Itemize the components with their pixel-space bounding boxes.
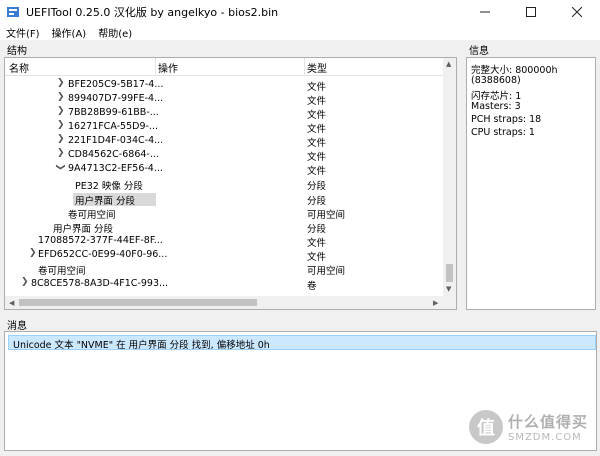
info-panel: 完整大小: 800000h (8388608) 闪存芯片: 1 Masters:… bbox=[466, 57, 596, 310]
watermark: 值 什么值得买 SMZDM.COM bbox=[468, 410, 588, 444]
window-title: UEFITool 0.25.0 汉化版 by angelkyo - bios2.… bbox=[26, 6, 279, 19]
minimize-icon bbox=[480, 11, 490, 13]
structure-label: 结构 bbox=[7, 46, 27, 57]
title-bar: UEFITool 0.25.0 汉化版 by angelkyo - bios2.… bbox=[0, 0, 600, 24]
close-icon bbox=[572, 7, 582, 17]
tree-row[interactable]: 17088572-377F-44EF-8F... 文件 bbox=[5, 234, 443, 249]
menu-help[interactable]: 帮助(e) bbox=[92, 25, 138, 40]
column-header-type[interactable]: 类型 bbox=[307, 60, 327, 75]
watermark-sub-text: SMZDM.COM bbox=[507, 432, 582, 443]
tree-row[interactable]: 用户界面 分段 分段 bbox=[5, 220, 443, 235]
info-line: PCH straps: 18 bbox=[471, 114, 542, 125]
info-line: 完整大小: 800000h bbox=[471, 65, 558, 76]
horizontal-scroll-thumb[interactable] bbox=[19, 299, 257, 306]
message-text: Unicode 文本 "NVME" 在 用户界面 分段 找到, 偏移地址 0h bbox=[13, 340, 270, 351]
message-item[interactable]: Unicode 文本 "NVME" 在 用户界面 分段 找到, 偏移地址 0h bbox=[8, 335, 596, 351]
maximize-icon bbox=[526, 7, 536, 17]
expand-arrow-icon[interactable]: ❯ bbox=[21, 277, 29, 287]
tree-row[interactable]: ❯ CD84562C-6864-... 文件 bbox=[5, 148, 443, 163]
expand-arrow-icon[interactable]: ❯ bbox=[29, 248, 37, 258]
menu-action[interactable]: 操作(A) bbox=[46, 25, 93, 40]
expand-arrow-icon[interactable]: ❯ bbox=[57, 120, 65, 130]
tree-row[interactable]: ❯ 7BB28B99-61BB-... 文件 bbox=[5, 106, 443, 121]
vertical-scrollbar[interactable]: ▲ ▼ bbox=[443, 58, 456, 296]
info-line: Masters: 3 bbox=[471, 101, 521, 112]
expand-arrow-icon[interactable]: ❯ bbox=[57, 106, 65, 116]
tree-row[interactable]: ❯ 8C8CE578-8A3D-4F1C-993... 卷 bbox=[5, 277, 443, 292]
tree-row[interactable]: 卷可用空间 可用空间 bbox=[5, 206, 443, 221]
scroll-left-icon[interactable]: ◀ bbox=[9, 299, 14, 307]
expand-arrow-icon[interactable]: ❯ bbox=[57, 134, 65, 144]
tree-row[interactable]: ❯ 899407D7-99FE-4... 文件 bbox=[5, 92, 443, 107]
column-header-name[interactable]: 名称 bbox=[9, 60, 29, 75]
tree-row-selected[interactable]: 用户界面 分段 分段 bbox=[5, 192, 443, 207]
tree-row[interactable]: ❯ 9A4713C2-EF56-4... 文件 bbox=[5, 162, 443, 177]
watermark-logo-icon: 值 bbox=[468, 410, 503, 444]
maximize-button[interactable] bbox=[508, 0, 554, 24]
menu-file[interactable]: 文件(F) bbox=[0, 25, 46, 40]
info-line: CPU straps: 1 bbox=[471, 127, 535, 138]
expand-arrow-icon[interactable]: ❯ bbox=[57, 78, 65, 88]
vertical-scroll-thumb[interactable] bbox=[446, 264, 453, 282]
info-line: 闪存芯片: 1 bbox=[471, 91, 522, 102]
tree-row[interactable]: PE32 映像 分段 分段 bbox=[5, 177, 443, 192]
tree-row[interactable]: ❯ BFE205C9-5B17-4... 文件 bbox=[5, 78, 443, 93]
tree-row[interactable]: ❯ 221F1D4F-034C-4... 文件 bbox=[5, 134, 443, 149]
scroll-right-icon[interactable]: ▶ bbox=[433, 299, 438, 307]
menu-bar: 文件(F) 操作(A) 帮助(e) bbox=[0, 24, 600, 41]
expand-arrow-icon[interactable]: ❯ bbox=[57, 148, 65, 158]
tree-row[interactable]: ❯ 16271FCA-55D9-... 文件 bbox=[5, 120, 443, 135]
close-button[interactable] bbox=[554, 0, 600, 24]
watermark-main-text: 什么值得买 bbox=[507, 413, 588, 431]
tree-header: 名称 操作 类型 bbox=[5, 58, 443, 76]
info-label: 信息 bbox=[469, 46, 489, 57]
messages-label: 消息 bbox=[7, 321, 27, 332]
minimize-button[interactable] bbox=[462, 0, 508, 24]
collapse-arrow-icon[interactable]: ❯ bbox=[55, 163, 65, 171]
column-header-action[interactable]: 操作 bbox=[158, 60, 178, 75]
scroll-down-icon[interactable]: ▼ bbox=[446, 285, 451, 293]
structure-tree[interactable]: 名称 操作 类型 ❯ BFE205C9-5B17-4... 文件 ❯ 89940… bbox=[4, 57, 457, 310]
messages-list[interactable]: Unicode 文本 "NVME" 在 用户界面 分段 找到, 偏移地址 0h … bbox=[4, 331, 597, 451]
scroll-up-icon[interactable]: ▲ bbox=[446, 60, 451, 68]
expand-arrow-icon[interactable]: ❯ bbox=[57, 92, 65, 102]
tree-row[interactable]: 卷可用空间 可用空间 bbox=[5, 262, 443, 277]
info-line: (8388608) bbox=[471, 75, 521, 86]
horizontal-scrollbar[interactable]: ◀ ▶ bbox=[5, 296, 456, 309]
tree-row[interactable]: ❯ EFD652CC-0E99-40F0-96... 文件 bbox=[5, 248, 443, 263]
app-icon bbox=[6, 5, 20, 19]
